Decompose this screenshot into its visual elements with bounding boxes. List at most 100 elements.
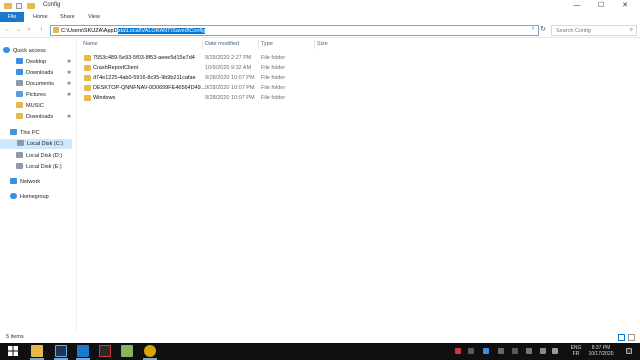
sidebar-item-label: Pictures [26, 92, 46, 98]
file-type: File folder [261, 65, 286, 71]
tray-app-icon[interactable] [498, 348, 504, 354]
tab-file[interactable]: File [0, 12, 24, 22]
minimize-button[interactable]: — [566, 0, 588, 12]
pin-icon: ✱ [67, 70, 72, 76]
refresh-icon[interactable]: ↻ [539, 26, 547, 34]
file-date: 10/9/2020 9:32 AM [205, 65, 252, 71]
sidebar-item-label: Desktop [26, 59, 47, 65]
sidebar-item-pictures[interactable]: Pictures ✱ [16, 90, 71, 100]
sidebar-item-label: Homegroup [20, 194, 49, 200]
file-date: 9/28/2020 10:07 PM [205, 95, 255, 101]
properties-icon[interactable] [16, 3, 22, 9]
column-header-type[interactable]: Type [261, 41, 273, 47]
pictures-icon [16, 91, 23, 97]
pin-icon: ✱ [67, 59, 72, 65]
windows-start-icon[interactable] [7, 345, 19, 357]
sidebar-item-homegroup[interactable]: Homegroup [10, 192, 49, 202]
tray-app-icon[interactable] [512, 348, 518, 354]
list-item[interactable]: DESKTOP-QNNFNAV-0D0699FE46564D49... 9/28… [82, 83, 342, 93]
sidebar-item-network[interactable]: Network [10, 177, 40, 187]
chrome-taskbar-icon[interactable] [144, 345, 156, 357]
folder-icon [16, 113, 23, 119]
sidebar-item-local-disk-e[interactable]: Local Disk (E:) [16, 162, 62, 172]
clock-date: 10/17/2020 [588, 350, 614, 357]
sidebar-item-local-disk-c[interactable]: Local Disk (C:) [0, 139, 72, 149]
tray-app-icon[interactable] [526, 348, 532, 354]
valorant-taskbar-icon[interactable] [77, 345, 89, 357]
address-path-unselected: C:\Users\SKUZA\AppD [61, 27, 118, 34]
column-header-name[interactable]: Name [83, 41, 98, 47]
column-header-size[interactable]: Size [317, 41, 328, 47]
sidebar-item-documents[interactable]: Documents ✱ [16, 79, 71, 89]
tab-view[interactable]: View [88, 12, 100, 22]
column-header-date[interactable]: Date modified [205, 41, 239, 47]
list-item[interactable]: Windows 9/28/2020 10:07 PM File folder [82, 93, 342, 103]
large-icons-view-icon[interactable] [628, 334, 635, 341]
address-dropdown-button[interactable]: ˅ [529, 25, 537, 34]
sidebar-item-downloads[interactable]: Downloads ✱ [16, 68, 71, 78]
star-icon [3, 47, 10, 53]
notification-icon[interactable] [626, 348, 632, 354]
sidebar-item-music[interactable]: MUSIC [16, 101, 44, 111]
details-view-icon[interactable] [618, 334, 625, 341]
notepad-taskbar-icon[interactable] [121, 345, 133, 357]
list-item[interactable]: d74e1225-4ab0-5916-8c95-9b9b211cafae 9/2… [82, 73, 342, 83]
sidebar-item-quick-access[interactable]: Quick access [3, 46, 46, 56]
desktop-icon [16, 58, 23, 64]
network-tray-icon[interactable] [552, 348, 558, 354]
pin-icon: ✱ [67, 92, 72, 98]
clock[interactable]: 8:37 PM 10/17/2020 [587, 345, 615, 357]
tab-share[interactable]: Share [60, 12, 75, 22]
explorer-icon [4, 3, 12, 9]
list-item[interactable]: CrashReportClient 10/9/2020 9:32 AM File… [82, 63, 342, 73]
recent-locations-button[interactable]: ˅ [26, 25, 32, 35]
file-name: Windows [93, 95, 116, 101]
sidebar-item-label: Documents [26, 81, 54, 87]
tray-app-icon[interactable] [483, 348, 489, 354]
app-taskbar-icon[interactable] [55, 345, 67, 357]
sidebar-item-label: MUSIC [26, 103, 44, 109]
column-divider[interactable] [258, 40, 259, 49]
file-explorer-taskbar-icon[interactable] [31, 345, 43, 357]
sidebar-item-desktop[interactable]: Desktop ✱ [16, 57, 71, 67]
file-date: 9/28/2020 10:07 PM [205, 75, 255, 81]
sidebar-item-local-disk-d[interactable]: Local Disk (D:) [16, 151, 62, 161]
file-date: 9/28/2020 10:07 PM [205, 85, 255, 91]
battery-icon[interactable] [540, 348, 546, 354]
drive-icon [17, 140, 24, 146]
language-indicator[interactable]: ENG FR [569, 345, 583, 357]
search-input[interactable]: Search Config ⌕ [551, 25, 637, 36]
computer-icon [10, 129, 17, 135]
file-type: File folder [261, 75, 286, 81]
forward-button[interactable]: → [14, 25, 23, 35]
sidebar-item-downloads-2[interactable]: Downloads ✱ [16, 112, 71, 122]
close-button[interactable]: ✕ [614, 0, 636, 12]
file-date: 9/29/2020 2:27 PM [205, 55, 252, 61]
address-path-selected: ata\Local\VALORANT\Saved\Config [117, 27, 206, 34]
sidebar-item-label: Local Disk (D:) [26, 153, 63, 159]
folder-icon [84, 95, 91, 101]
maximize-button[interactable]: ☐ [590, 0, 612, 12]
riot-tray-icon[interactable] [455, 348, 461, 354]
riot-client-taskbar-icon[interactable] [99, 345, 111, 357]
address-bar[interactable]: C:\Users\SKUZA\AppData\Local\VALORANT\Sa… [50, 25, 539, 36]
tab-home[interactable]: Home [33, 12, 48, 22]
tray-app-icon[interactable] [468, 348, 474, 354]
column-divider[interactable] [202, 40, 203, 49]
column-divider[interactable] [314, 40, 315, 49]
file-name: CrashReportClient [93, 65, 139, 71]
new-folder-icon[interactable] [27, 3, 35, 9]
sidebar-item-label: Network [20, 179, 41, 185]
language-bottom: FR [572, 350, 580, 357]
pin-icon: ✱ [67, 81, 72, 87]
list-item[interactable]: 7553c489-5e93-5f03-8f53-aeee5d15e7d4 9/2… [82, 53, 342, 63]
file-type: File folder [261, 95, 286, 101]
navigation-pane: Quick access Desktop ✱ Downloads ✱ Documen… [0, 38, 77, 332]
back-button[interactable]: ← [3, 25, 12, 35]
documents-icon [16, 80, 23, 86]
pin-icon: ✱ [67, 114, 72, 120]
up-button[interactable]: ↑ [37, 25, 46, 35]
sidebar-item-this-pc[interactable]: This PC [10, 128, 40, 138]
address-row: ← → ˅ ↑ C:\Users\SKUZA\AppData\Local\VAL… [0, 23, 640, 38]
address-path[interactable]: C:\Users\SKUZA\AppData\Local\VALORANT\Sa… [61, 27, 206, 35]
